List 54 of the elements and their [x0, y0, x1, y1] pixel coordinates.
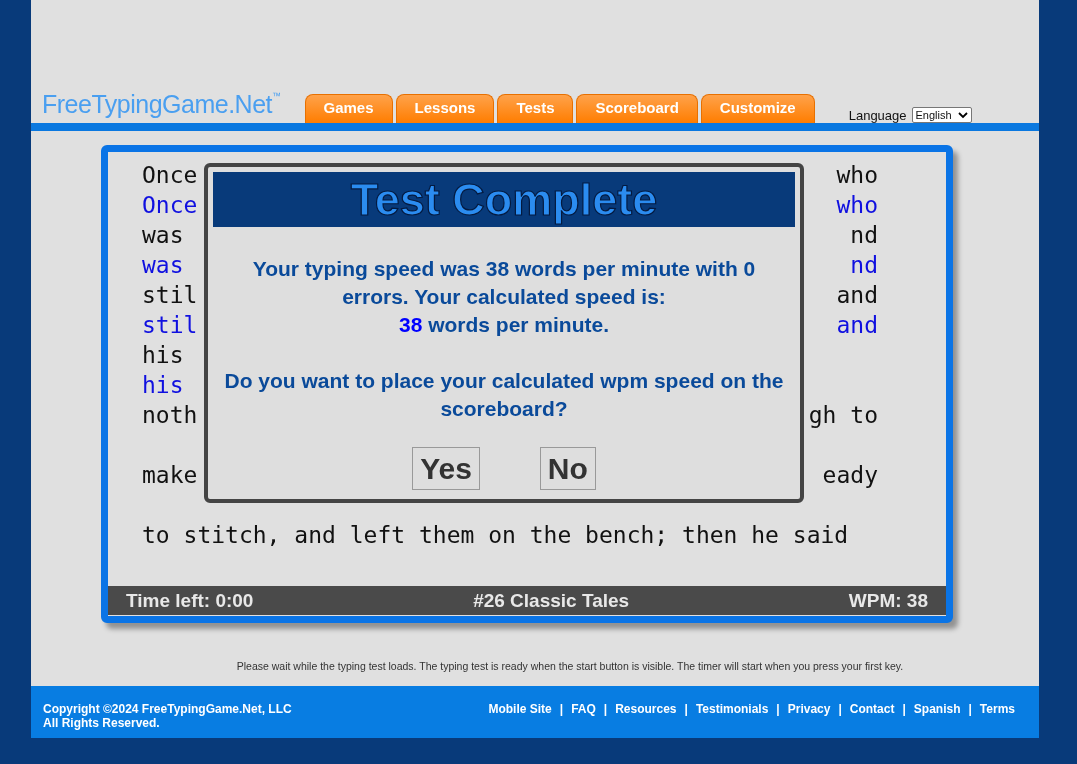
typing-text: who: [836, 161, 878, 190]
language-label: Language: [848, 107, 907, 123]
typing-text: his: [142, 341, 184, 370]
typing-text: and: [836, 281, 878, 310]
link-separator: |: [559, 702, 564, 716]
link-separator: |: [684, 702, 688, 716]
typing-text: stil: [142, 281, 198, 310]
language-select[interactable]: English: [911, 107, 972, 123]
typing-text: nd: [850, 221, 878, 250]
typing-text: Once: [142, 161, 198, 190]
link-separator: |: [902, 702, 906, 716]
dialog-title: Test Complete: [213, 172, 795, 227]
test-name: #26 Classic Tales: [473, 589, 630, 612]
result-message: Your typing speed was 38 words per minute with 0 errors. Your calculated speed is: 38 words per minute.: [251, 256, 757, 338]
caret-icon: [957, 111, 968, 119]
link-separator: |: [838, 702, 842, 716]
dialog-button[interactable]: No: [539, 447, 596, 490]
nav-tab[interactable]: Lessons: [395, 94, 495, 123]
typing-text: Once: [142, 191, 198, 220]
nav-tab[interactable]: Tests: [497, 94, 574, 123]
typing-text: noth: [142, 401, 198, 430]
wpm-readout: WPM: 38: [848, 589, 928, 612]
typing-text: his: [142, 371, 184, 400]
link-separator: |: [776, 702, 780, 716]
loading-notice: Please wait while the typing test loads. The typing test is ready when the start button is visible. The timer will start when you press your first key.: [235, 660, 905, 674]
copyright-text: Copyright ©2024 FreeTypingGame.Net, LLC: [43, 702, 292, 716]
footer-link[interactable]: Spanish: [913, 702, 961, 716]
typing-text: eady: [822, 461, 878, 490]
footer-link[interactable]: Contact: [849, 702, 895, 716]
dialog-button[interactable]: Yes: [412, 447, 480, 490]
link-separator: |: [968, 702, 972, 716]
time-left: Time left: 0:00: [126, 589, 254, 612]
typing-text: who: [836, 191, 878, 220]
site-logo[interactable]: FreeTypingGame.Net$^{™}$: [42, 90, 281, 119]
question-text: Do you want to place your calculated wpm speed on the scoreboard?: [223, 368, 785, 422]
nav-tab[interactable]: Games: [304, 94, 393, 123]
footer-link[interactable]: Terms: [979, 702, 1015, 716]
link-separator: |: [603, 702, 608, 716]
typing-text: make: [142, 461, 198, 490]
footer-link[interactable]: Privacy: [787, 702, 831, 716]
typing-text: to stitch, and left them on the bench; then he said: [142, 521, 849, 550]
footer-link[interactable]: Testimonials: [695, 702, 769, 716]
typing-text: gh to: [808, 401, 878, 430]
footer-link[interactable]: Mobile Site: [488, 702, 552, 716]
footer-link[interactable]: Resources: [615, 702, 677, 716]
rights-text: All Rights Reserved.: [43, 716, 161, 730]
typing-text: and: [836, 311, 878, 340]
typing-text: stil: [142, 311, 198, 340]
typing-text: was: [142, 251, 184, 280]
footer-link[interactable]: FAQ: [571, 702, 596, 716]
nav-tab[interactable]: Customize: [700, 94, 815, 123]
typing-text: was: [142, 221, 184, 250]
nav-tab[interactable]: Scoreboard: [576, 94, 698, 123]
typing-text: nd: [850, 251, 878, 280]
